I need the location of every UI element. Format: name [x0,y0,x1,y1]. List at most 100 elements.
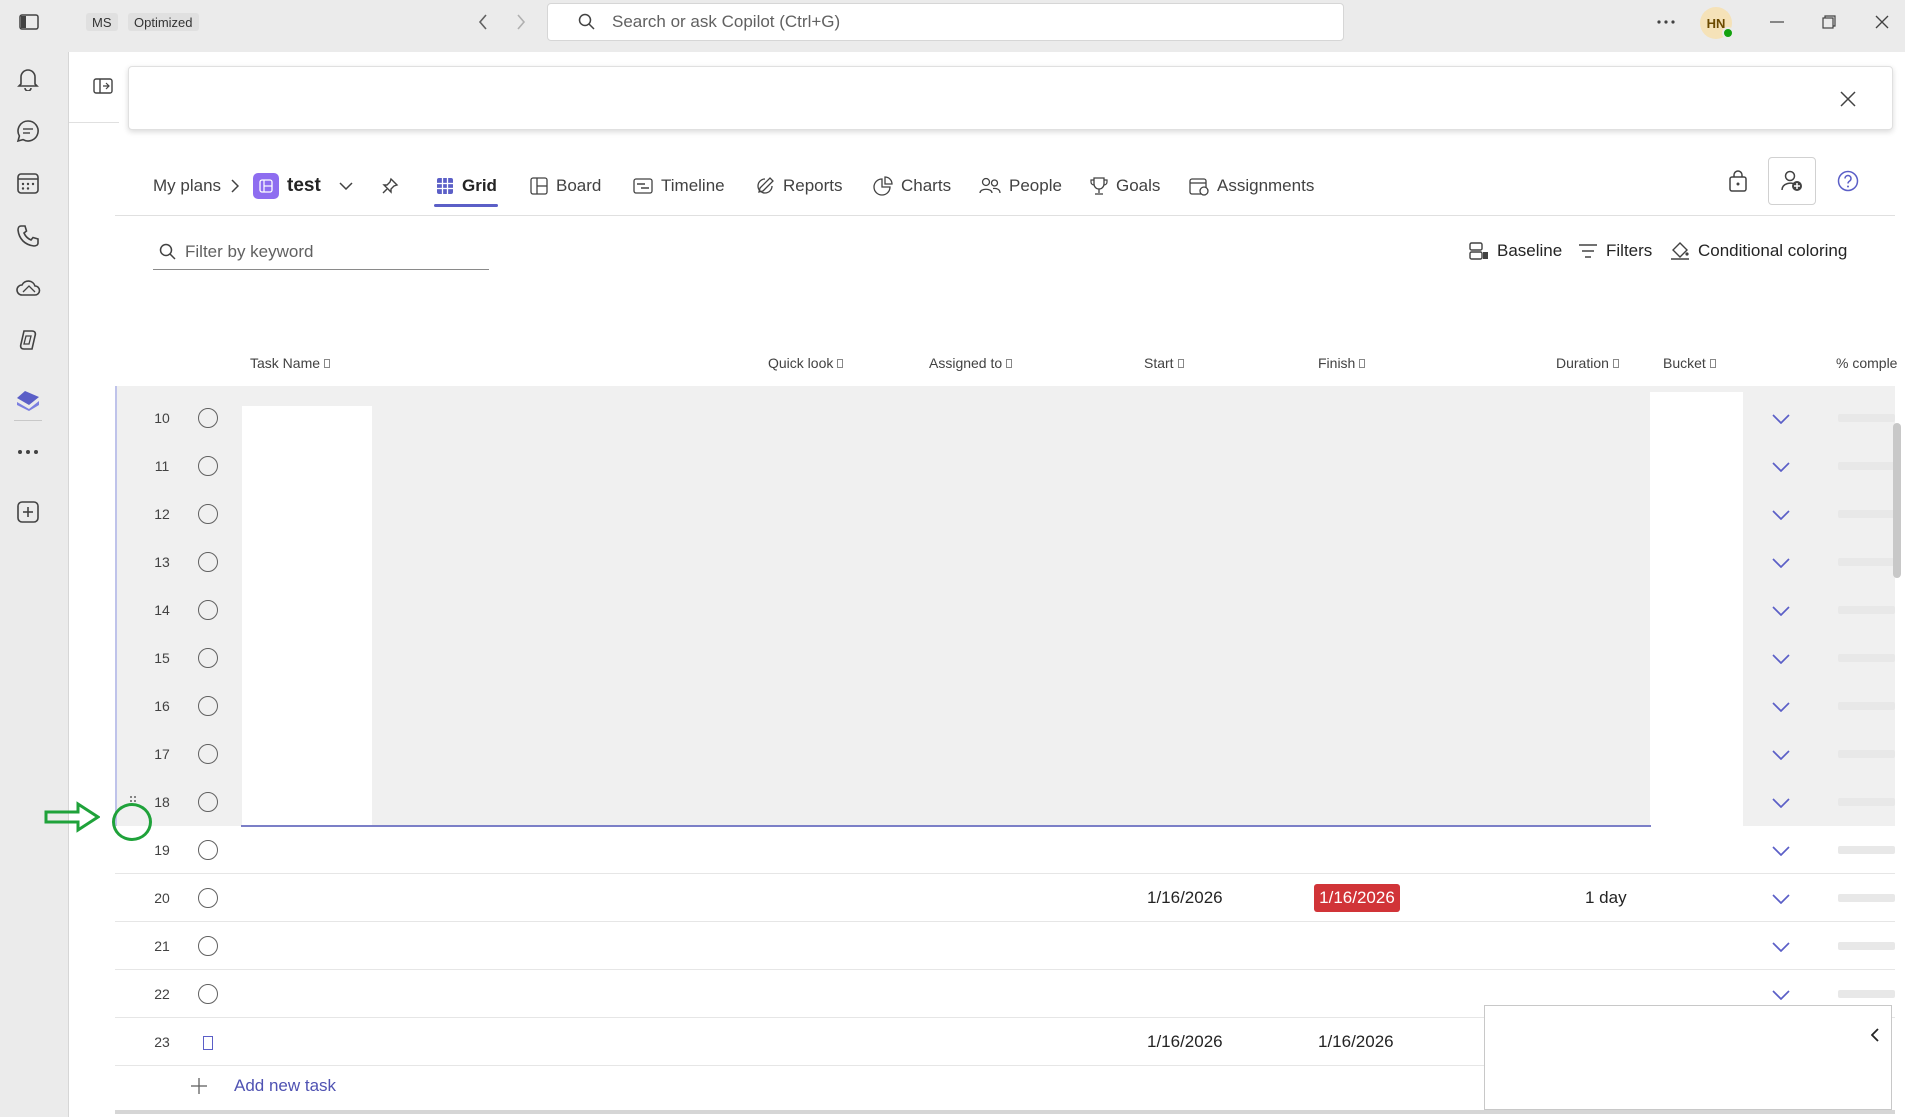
start-date[interactable]: 1/16/2026 [1147,1032,1223,1052]
help-icon[interactable] [1837,170,1859,197]
tab-timeline[interactable]: Timeline [633,166,725,206]
onedrive-icon[interactable] [14,274,42,302]
complete-task-checkbox[interactable] [198,408,218,428]
percent-complete-bar[interactable] [1838,750,1895,758]
complete-task-checkbox[interactable] [198,888,218,908]
share-bag-icon[interactable] [1728,170,1748,197]
add-new-task-button[interactable]: Add new task [190,1076,336,1096]
complete-task-checkbox[interactable] [198,840,218,860]
bucket-dropdown-chevron-icon[interactable] [1772,411,1794,425]
bucket-dropdown-chevron-icon[interactable] [1772,459,1794,473]
col-header-assigned-to[interactable]: Assigned to [929,354,1013,372]
more-apps-icon[interactable] [14,438,42,466]
horizontal-scrollbar[interactable] [115,1110,1895,1114]
add-member-button[interactable] [1768,157,1816,205]
complete-task-checkbox[interactable] [198,456,218,476]
task-type-icon[interactable] [203,1036,213,1050]
percent-complete-bar[interactable] [1838,798,1895,806]
tab-people[interactable]: People [979,166,1062,206]
bucket-dropdown-chevron-icon[interactable] [1772,699,1794,713]
sidebar-toggle-icon[interactable] [18,12,40,32]
conditional-coloring-button[interactable]: Conditional coloring [1670,234,1847,268]
back-icon[interactable] [474,12,492,32]
calls-icon[interactable] [14,222,42,250]
bucket-dropdown-chevron-icon[interactable] [1772,939,1794,953]
tab-grid[interactable]: Grid [436,166,497,206]
sort-icon [324,358,331,368]
col-header-start[interactable]: Start [1144,354,1184,372]
bucket-dropdown-chevron-icon[interactable] [1772,843,1794,857]
filter-input[interactable]: Filter by keyword [153,234,489,270]
tab-goals[interactable]: Goals [1090,166,1160,206]
planner-icon[interactable] [14,386,42,414]
percent-complete-bar[interactable] [1838,846,1895,854]
bucket-dropdown-chevron-icon[interactable] [1772,651,1794,665]
tab-board[interactable]: Board [530,166,601,206]
complete-task-checkbox[interactable] [198,552,218,572]
complete-task-checkbox[interactable] [198,744,218,764]
close-window-icon[interactable] [1872,12,1892,32]
finish-date-late[interactable]: 1/16/2026 [1314,884,1400,912]
bucket-dropdown-chevron-icon[interactable] [1772,747,1794,761]
col-header-percent-complete[interactable]: % comple [1836,354,1902,372]
complete-task-checkbox[interactable] [198,984,218,1004]
percent-complete-bar[interactable] [1838,654,1895,662]
col-header-task-name[interactable]: Task Name [250,354,331,372]
bucket-dropdown-chevron-icon[interactable] [1772,987,1794,1001]
complete-task-checkbox[interactable] [198,600,218,620]
percent-complete-bar[interactable] [1838,510,1895,518]
percent-complete-bar[interactable] [1838,462,1895,470]
header-divider [115,215,1895,216]
account-badge[interactable]: MS [86,13,118,31]
bucket-dropdown-chevron-icon[interactable] [1772,603,1794,617]
breadcrumb-my-plans[interactable]: My plans [153,176,221,196]
chevron-left-icon[interactable] [1870,1028,1879,1047]
percent-complete-bar[interactable] [1838,702,1895,710]
add-app-icon[interactable] [14,498,42,526]
activity-icon[interactable] [14,65,42,93]
bucket-dropdown-chevron-icon[interactable] [1772,795,1794,809]
complete-task-checkbox[interactable] [198,792,218,812]
bucket-dropdown-chevron-icon[interactable] [1772,507,1794,521]
percent-complete-bar[interactable] [1838,558,1895,566]
start-date[interactable]: 1/16/2026 [1147,888,1223,908]
percent-complete-bar[interactable] [1838,942,1895,950]
mode-badge[interactable]: Optimized [128,13,199,31]
pane-toggle-icon[interactable] [93,78,113,99]
search-input[interactable]: Search or ask Copilot (Ctrl+G) [547,3,1344,41]
col-header-finish[interactable]: Finish [1318,354,1366,372]
more-options-icon[interactable] [1654,12,1678,32]
baseline-button[interactable]: Baseline [1469,234,1562,268]
complete-task-checkbox[interactable] [198,504,218,524]
complete-task-checkbox[interactable] [198,648,218,668]
tab-reports[interactable]: Reports [755,166,843,206]
complete-task-checkbox[interactable] [198,936,218,956]
pin-icon[interactable] [381,177,399,195]
bucket-dropdown-chevron-icon[interactable] [1772,555,1794,569]
finish-date[interactable]: 1/16/2026 [1318,1032,1394,1052]
copilot-icon[interactable] [14,326,42,354]
forward-icon[interactable] [512,12,530,32]
bucket-dropdown-chevron-icon[interactable] [1772,891,1794,905]
plan-name[interactable]: test [287,175,321,197]
col-header-quick-look[interactable]: Quick look [768,354,844,372]
col-header-bucket[interactable]: Bucket [1663,354,1716,372]
restore-icon[interactable] [1819,12,1839,32]
percent-complete-bar[interactable] [1838,606,1895,614]
calendar-icon[interactable] [14,169,42,197]
close-icon[interactable] [1840,91,1856,112]
duration[interactable]: 1 day [1585,888,1627,908]
complete-task-checkbox[interactable] [198,696,218,716]
tab-charts[interactable]: Charts [873,166,951,206]
percent-complete-bar[interactable] [1838,990,1895,998]
chat-icon[interactable] [14,117,42,145]
minimize-icon[interactable] [1767,12,1787,32]
vertical-scrollbar[interactable] [1893,423,1901,578]
col-header-duration[interactable]: Duration [1556,354,1619,372]
percent-complete-bar[interactable] [1838,894,1895,902]
chevron-down-icon[interactable] [339,182,353,190]
row-number: 10 [154,410,170,426]
percent-complete-bar[interactable] [1838,414,1895,422]
tab-assignments[interactable]: Assignments [1189,166,1314,206]
filters-button[interactable]: Filters [1578,234,1652,268]
